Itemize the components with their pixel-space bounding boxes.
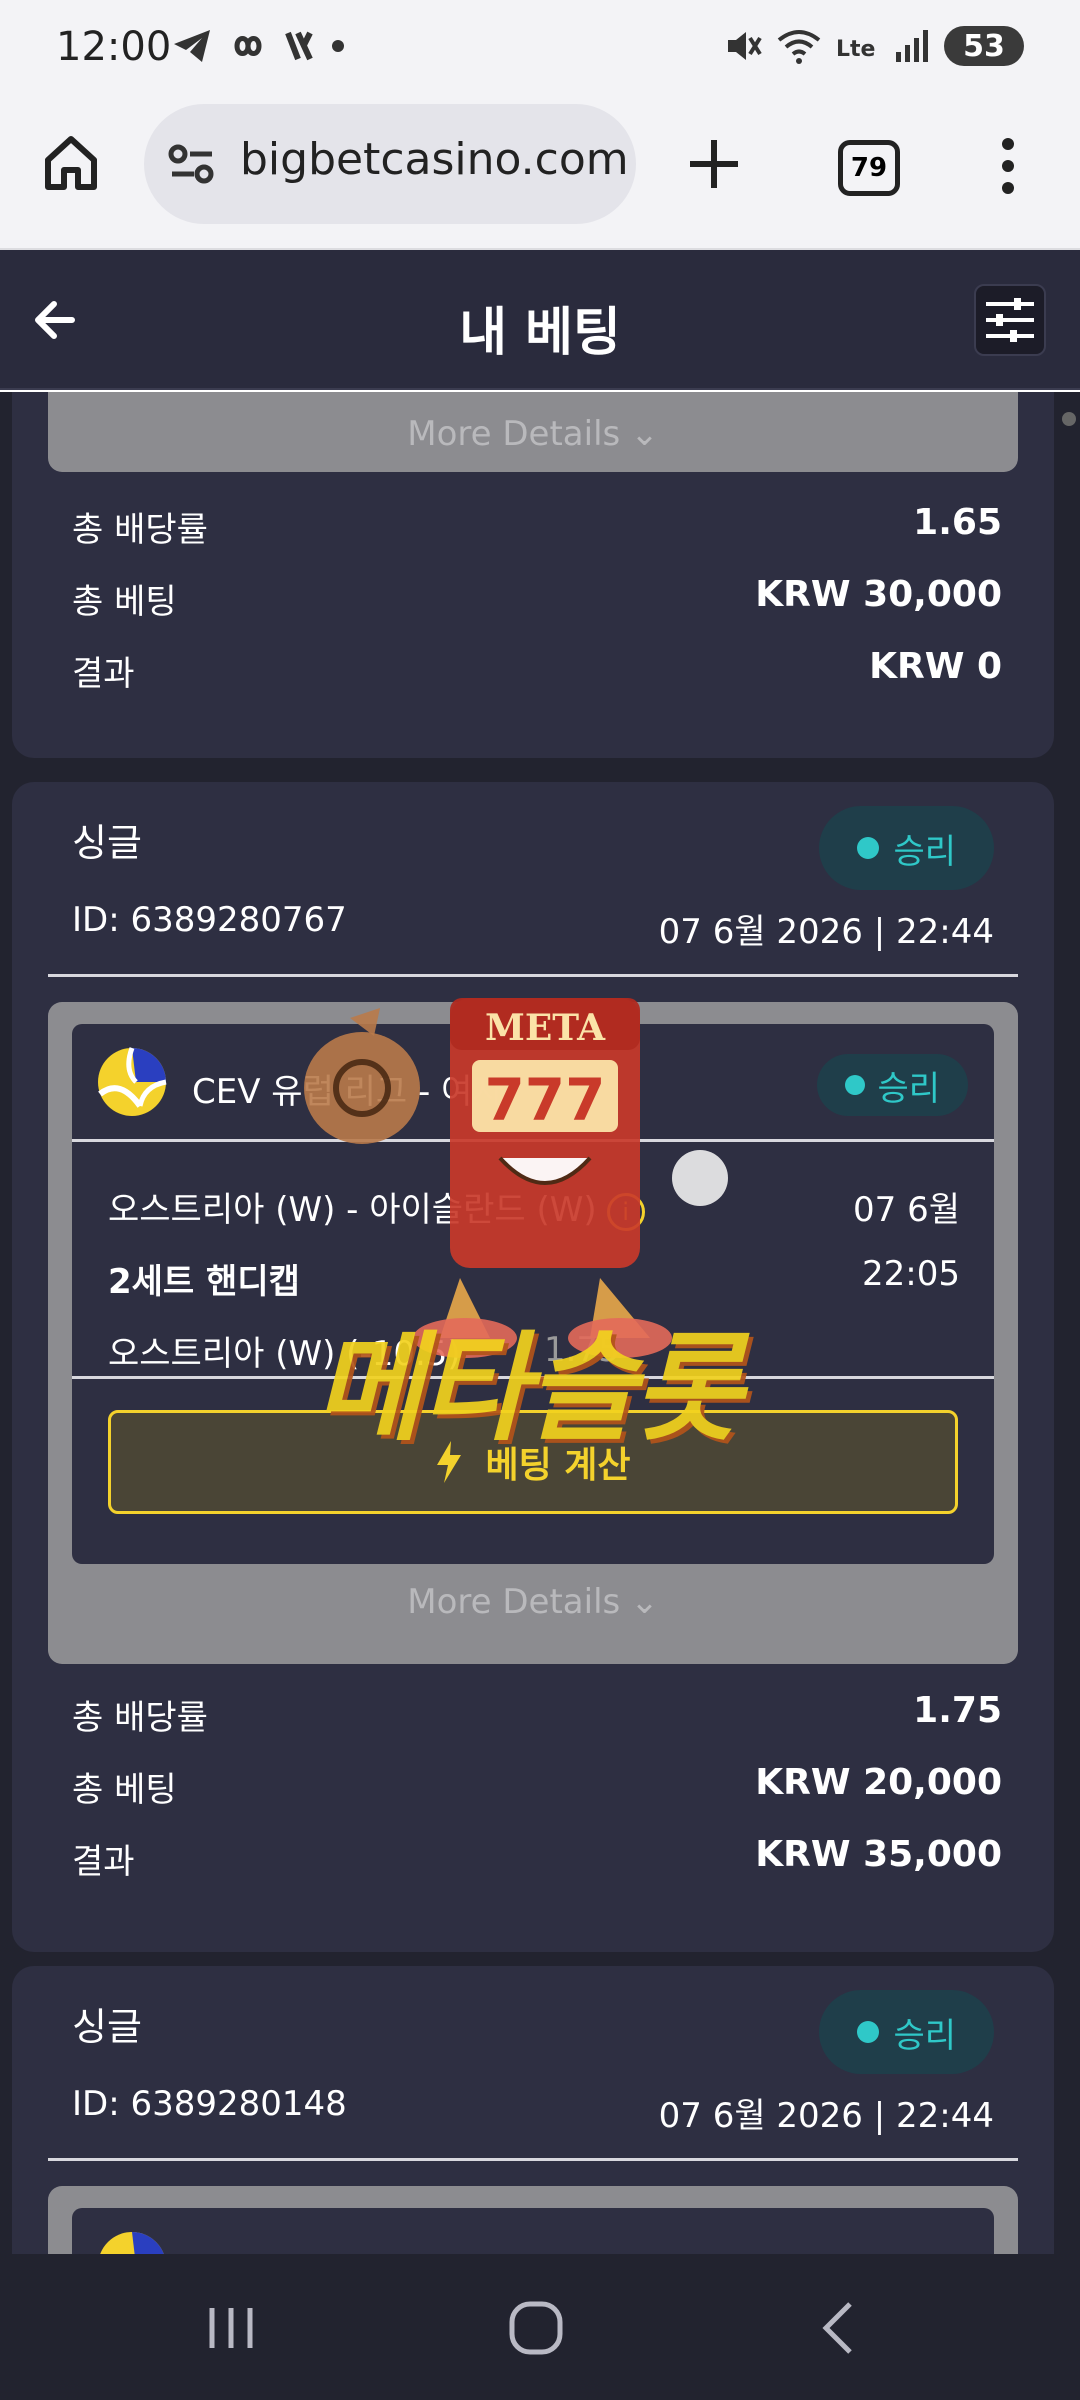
summary-value: KRW 30,000	[755, 574, 1002, 615]
watermark-reels: 777	[484, 1066, 605, 1134]
bet-date: 07 6월 2026 | 22:44	[658, 2096, 994, 2136]
bet-date: 07 6월 2026 | 22:44	[658, 912, 994, 952]
bet-card: 싱글 승리 ID: 6389280148 07 6월 2026 | 22:44	[12, 1966, 1054, 2254]
summary-value: 1.65	[913, 502, 1002, 543]
dot-icon	[332, 40, 344, 52]
summary-value: KRW 0	[869, 646, 1002, 687]
new-tab-icon[interactable]	[688, 138, 740, 190]
watermark-brand: 메타슬롯	[314, 1319, 742, 1457]
status-dot-icon	[857, 2021, 880, 2043]
bet-details-panel	[48, 2186, 1018, 2254]
summary-row-result: 결과 KRW 35,000	[72, 1834, 1002, 1884]
status-label: 승리	[893, 2015, 956, 2056]
status-badge: 승리	[819, 806, 994, 890]
more-details-button[interactable]: More Details ⌄	[48, 1582, 1018, 1622]
site-settings-icon[interactable]	[168, 144, 216, 184]
bet-id: ID: 6389280148	[72, 2084, 347, 2124]
summary-row-result: 결과 KRW 0	[72, 646, 1002, 696]
volleyball-icon	[98, 1047, 167, 1116]
event-status-badge: 승리	[817, 1054, 968, 1116]
status-label: 승리	[893, 831, 956, 872]
bet-card: More Details ⌄ 총 배당률 1.65 총 베팅 KRW 30,000…	[12, 392, 1054, 758]
status-dot-icon	[845, 1075, 866, 1095]
chevron-down-icon: ⌄	[630, 414, 659, 454]
summary-label: 총 배당률	[72, 1698, 208, 1738]
divider	[48, 974, 1018, 977]
more-details-label: More Details	[407, 414, 621, 454]
battery-icon: 53	[944, 26, 1024, 66]
event-card	[72, 2208, 994, 2254]
more-details-label: More Details	[407, 1582, 621, 1622]
status-bar: 12:00 Lte 53	[0, 0, 1080, 96]
infinity-icon	[234, 36, 262, 56]
app-icon	[285, 31, 313, 61]
summary-label: 결과	[72, 654, 135, 694]
telegram-icon	[174, 30, 210, 62]
app-header: 내 베팅	[0, 250, 1080, 390]
battery-level: 53	[963, 28, 1005, 64]
filter-button[interactable]	[974, 284, 1046, 356]
chevron-down-icon: ⌄	[630, 1582, 659, 1622]
summary-label: 총 배당률	[72, 510, 208, 550]
system-nav-bar	[0, 2254, 1080, 2400]
wifi-icon	[777, 30, 821, 64]
back-nav-icon[interactable]	[818, 2300, 858, 2356]
summary-label: 총 베팅	[72, 1770, 177, 1810]
page-title: 내 베팅	[459, 303, 621, 363]
summary-label: 결과	[72, 1842, 135, 1882]
summary-row-total-bet: 총 베팅 KRW 20,000	[72, 1762, 1002, 1812]
summary-value: 1.75	[913, 1690, 1002, 1731]
address-bar[interactable]: bigbetcasino.com	[144, 104, 636, 224]
bet-id: ID: 6389280767	[72, 900, 347, 940]
status-time: 12:00	[56, 24, 172, 70]
sliders-icon	[986, 298, 1034, 342]
more-details-button[interactable]: More Details ⌄	[48, 392, 1018, 472]
summary-value: KRW 20,000	[755, 1762, 1002, 1803]
event-market: 2세트 핸디캡	[108, 1262, 300, 1302]
summary-row-total-odds: 총 배당률 1.65	[72, 502, 1002, 552]
bet-type: 싱글	[72, 821, 142, 865]
tab-switcher-button[interactable]: 79	[838, 140, 900, 196]
volleyball-icon	[100, 2232, 164, 2254]
event-status-label: 승리	[877, 1068, 940, 1109]
signal-icon	[896, 30, 928, 62]
bet-type: 싱글	[72, 2005, 142, 2049]
volte-icon: Lte	[836, 37, 875, 62]
summary-label: 총 베팅	[72, 582, 177, 622]
summary-value: KRW 35,000	[755, 1834, 1002, 1875]
status-system-icons: Lte 53	[722, 26, 1024, 66]
scroll-indicator	[1062, 412, 1076, 426]
watermark-sign: META	[485, 1007, 606, 1049]
event-date: 07 6월	[853, 1190, 960, 1230]
status-dot-icon	[857, 837, 880, 859]
summary-row-total-odds: 총 배당률 1.75	[72, 1690, 1002, 1740]
status-notification-icons	[172, 28, 348, 64]
divider	[48, 2158, 1018, 2161]
summary-row-total-bet: 총 베팅 KRW 30,000	[72, 574, 1002, 624]
recent-apps-icon[interactable]	[206, 2304, 256, 2352]
browser-toolbar: bigbetcasino.com 79	[0, 96, 1080, 250]
home-icon[interactable]	[42, 134, 100, 192]
url-text: bigbetcasino.com	[240, 134, 629, 185]
svg-text:Lte: Lte	[836, 37, 875, 62]
more-options-icon[interactable]	[998, 134, 1018, 198]
mute-icon	[728, 32, 762, 60]
status-badge: 승리	[819, 1990, 994, 2074]
home-nav-icon[interactable]	[508, 2300, 564, 2356]
event-time: 22:05	[862, 1254, 960, 1294]
